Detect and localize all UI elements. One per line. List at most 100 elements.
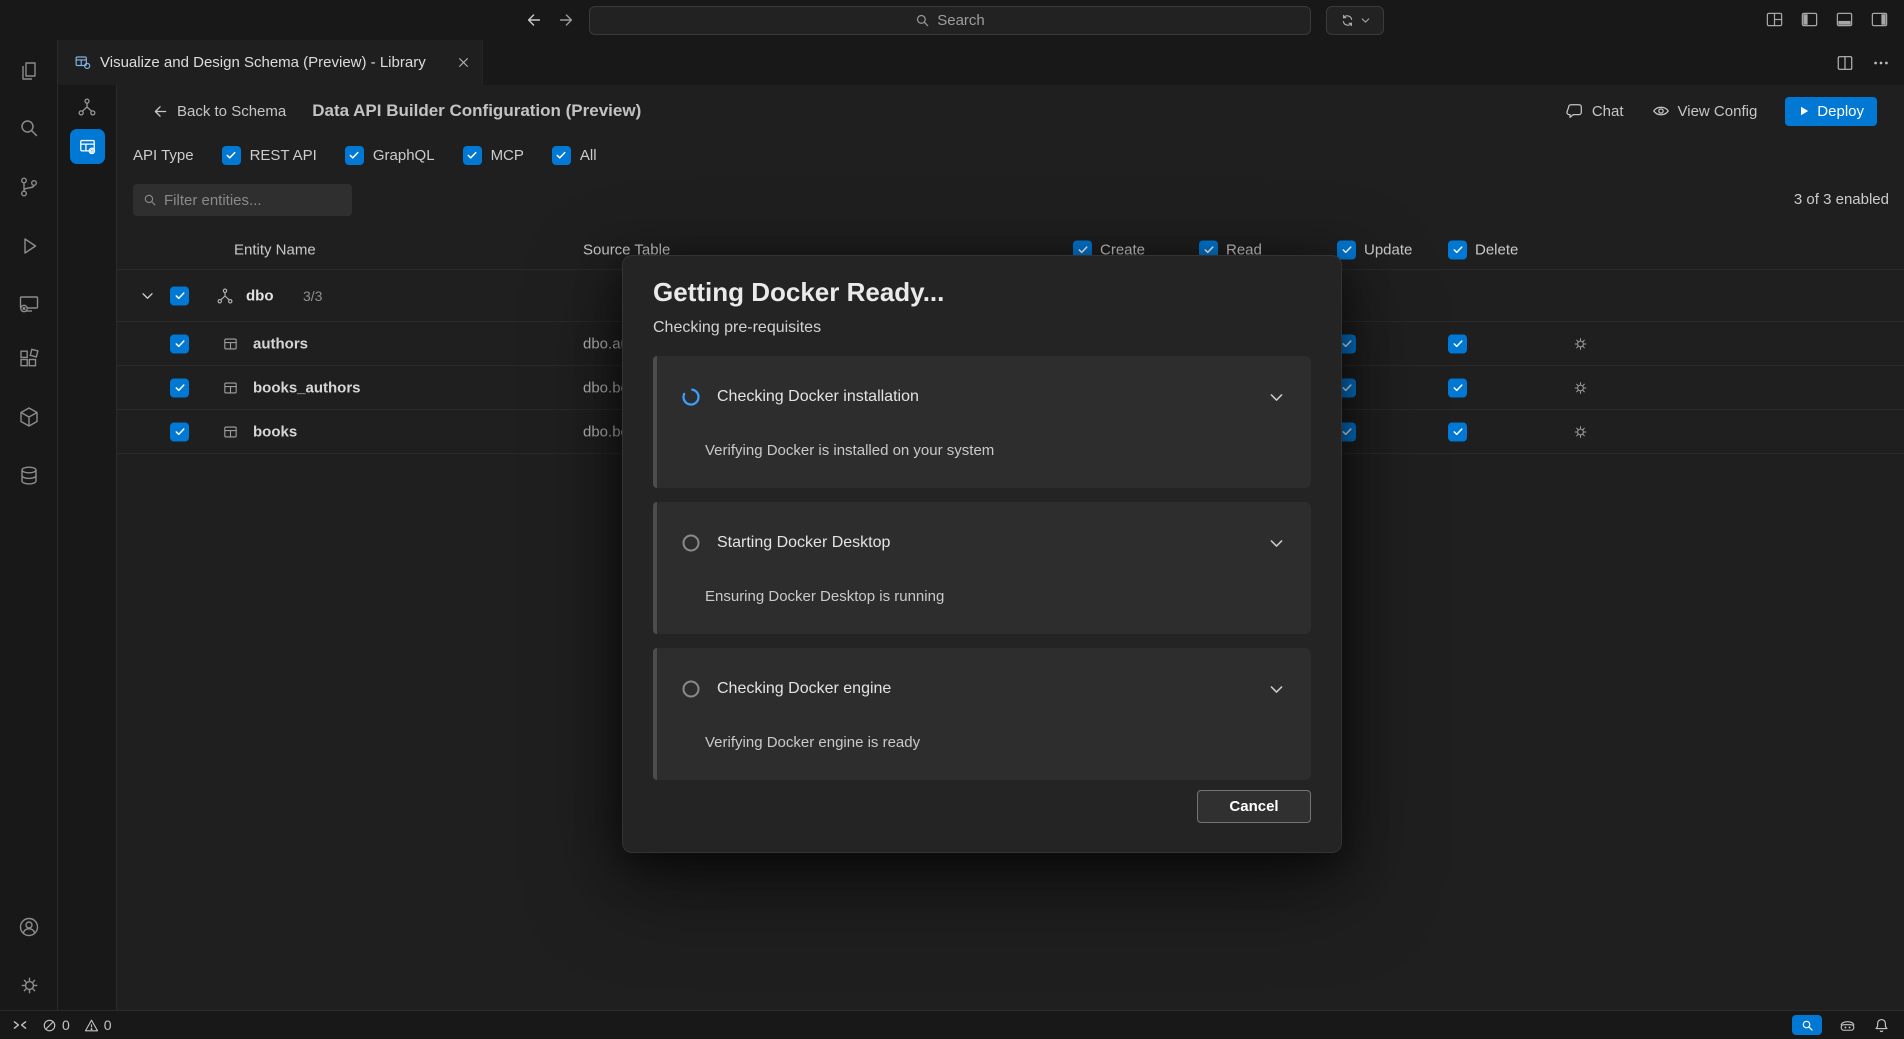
settings-gear-icon[interactable]	[7, 963, 51, 1007]
delete-checkbox[interactable]	[1448, 422, 1467, 441]
group-checkbox[interactable]	[170, 286, 189, 305]
checkbox-checked[interactable]	[345, 146, 364, 165]
pending-circle-icon	[681, 533, 701, 553]
entity-settings-gear-icon[interactable]	[1572, 423, 1589, 440]
step-checking-docker-installation[interactable]: Checking Docker installation Verifying D…	[653, 356, 1311, 488]
filter-option-all[interactable]: All	[552, 146, 597, 165]
search-command-center[interactable]: Search	[589, 6, 1311, 35]
schema-diagram-icon[interactable]	[69, 89, 105, 125]
step-checking-docker-engine[interactable]: Checking Docker engine Verifying Docker …	[653, 648, 1311, 780]
deploy-button[interactable]: Deploy	[1785, 97, 1877, 126]
run-debug-icon[interactable]	[7, 224, 51, 268]
extensions-icon[interactable]	[7, 337, 51, 381]
toggle-primary-sidebar-icon[interactable]	[1798, 8, 1820, 30]
checkbox-checked[interactable]	[170, 334, 189, 353]
delete-checkbox[interactable]	[1448, 334, 1467, 353]
step-label: Checking Docker engine	[717, 680, 891, 698]
step-label: Checking Docker installation	[717, 388, 919, 406]
row-checkbox[interactable]	[170, 378, 189, 397]
chevron-down-icon[interactable]	[140, 288, 155, 303]
chevron-down-icon[interactable]	[1268, 681, 1285, 698]
zoom-indicator[interactable]	[1792, 1015, 1822, 1035]
chat-button[interactable]: Chat	[1566, 102, 1624, 120]
warnings-status[interactable]: 0	[84, 1017, 112, 1033]
customize-layout-icon[interactable]	[1763, 8, 1785, 30]
row-checkbox[interactable]	[170, 422, 189, 441]
split-editor-icon[interactable]	[1836, 54, 1854, 72]
vscode-window: Search	[0, 0, 1904, 1039]
checkbox-checked[interactable]	[552, 146, 571, 165]
editor-actions	[1836, 40, 1890, 85]
api-type-label: API Type	[133, 147, 194, 164]
warning-icon	[84, 1018, 99, 1033]
chevron-down-icon[interactable]	[1268, 535, 1285, 552]
checkbox-checked[interactable]	[170, 378, 189, 397]
entity-settings-gear-icon[interactable]	[1572, 335, 1589, 352]
copilot-icon[interactable]	[1838, 1016, 1857, 1035]
source-control-icon[interactable]	[7, 165, 51, 209]
search-label: Search	[937, 12, 985, 29]
checkbox-checked[interactable]	[1448, 240, 1467, 259]
delete-checkbox[interactable]	[1448, 378, 1467, 397]
chevron-down-icon[interactable]	[1268, 389, 1285, 406]
entity-settings-gear-icon[interactable]	[1572, 379, 1589, 396]
back-to-schema-link[interactable]: Back to Schema	[152, 103, 286, 120]
filter-option-graphql[interactable]: GraphQL	[345, 146, 435, 165]
toggle-secondary-sidebar-icon[interactable]	[1868, 8, 1890, 30]
designer-view-switcher	[58, 85, 117, 1010]
view-config-button[interactable]: View Config	[1652, 102, 1758, 120]
editor-tab-bar: Visualize and Design Schema (Preview) - …	[58, 40, 1904, 85]
accounts-icon[interactable]	[7, 905, 51, 949]
notifications-bell-icon[interactable]	[1873, 1017, 1890, 1034]
remote-indicator-icon[interactable]	[12, 1017, 28, 1033]
run-task-dropdown[interactable]	[1326, 6, 1384, 35]
column-entity-name: Entity Name	[234, 241, 316, 258]
checkbox-checked[interactable]	[463, 146, 482, 165]
api-builder-view-icon[interactable]	[70, 129, 105, 164]
dialog-footer: Cancel	[653, 790, 1311, 823]
checkbox-checked[interactable]	[170, 286, 189, 305]
entity-search-row: 3 of 3 enabled	[133, 184, 1889, 216]
entity-name: books	[253, 423, 297, 440]
tab-visualize-design-schema[interactable]: Visualize and Design Schema (Preview) - …	[58, 40, 483, 85]
cancel-button[interactable]: Cancel	[1197, 790, 1311, 823]
entity-name: authors	[253, 335, 308, 352]
filter-option-mcp[interactable]: MCP	[463, 146, 524, 165]
row-checkbox[interactable]	[170, 334, 189, 353]
step-starting-docker-desktop[interactable]: Starting Docker Desktop Ensuring Docker …	[653, 502, 1311, 634]
back-arrow-icon[interactable]	[524, 10, 544, 30]
checkbox-checked[interactable]	[170, 422, 189, 441]
column-delete: Delete	[1448, 240, 1518, 259]
errors-status[interactable]: 0	[42, 1017, 70, 1033]
group-count: 3/3	[303, 288, 322, 304]
page-title: Data API Builder Configuration (Preview)	[312, 101, 641, 121]
database-projects-icon[interactable]	[7, 454, 51, 498]
filter-entities-input[interactable]	[164, 192, 342, 209]
schema-icon	[216, 287, 234, 305]
toggle-panel-icon[interactable]	[1833, 8, 1855, 30]
deploy-label: Deploy	[1817, 103, 1864, 120]
close-icon[interactable]	[457, 56, 470, 69]
checkbox-checked[interactable]	[1337, 240, 1356, 259]
filter-entities-field[interactable]	[133, 184, 352, 216]
option-label: MCP	[491, 147, 524, 164]
more-actions-icon[interactable]	[1872, 54, 1890, 72]
chat-label: Chat	[1592, 103, 1624, 120]
schema-designer-tab-icon	[74, 54, 91, 71]
step-accent-bar	[653, 648, 657, 780]
docker-steps: Checking Docker installation Verifying D…	[653, 356, 1311, 780]
checkbox-checked[interactable]	[222, 146, 241, 165]
step-description: Verifying Docker engine is ready	[705, 734, 920, 751]
sync-icon	[1340, 13, 1355, 28]
tab-title: Visualize and Design Schema (Preview) - …	[100, 54, 448, 71]
step-accent-bar	[653, 356, 657, 488]
explorer-icon[interactable]	[7, 49, 51, 93]
step-description: Ensuring Docker Desktop is running	[705, 588, 944, 605]
search-view-icon[interactable]	[7, 107, 51, 151]
remote-explorer-icon[interactable]	[7, 282, 51, 326]
docker-ready-dialog: Getting Docker Ready... Checking pre-req…	[622, 255, 1342, 853]
table-icon	[222, 379, 239, 396]
container-tools-icon[interactable]	[7, 395, 51, 439]
filter-option-rest-api[interactable]: REST API	[222, 146, 317, 165]
forward-arrow-icon[interactable]	[556, 10, 576, 30]
